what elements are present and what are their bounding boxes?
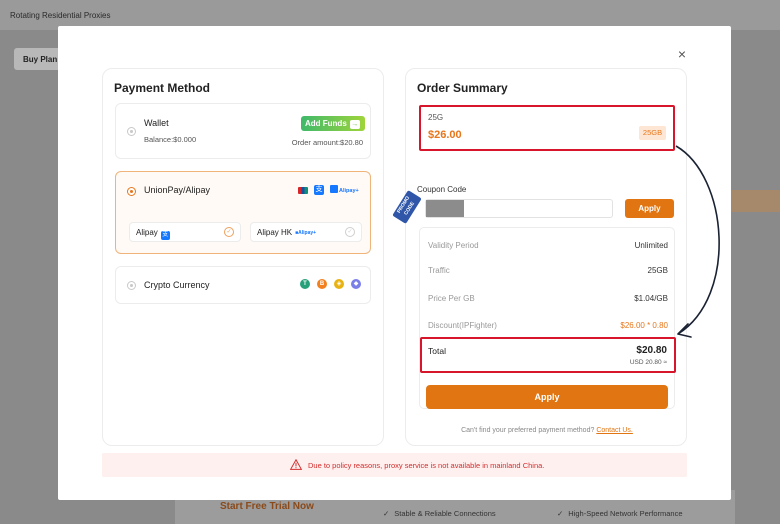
alipay-app-icon: 支: [314, 185, 324, 195]
payment-logos: 支 Alipay+: [298, 185, 368, 197]
alipay-hk-label: Alipay HK: [257, 228, 293, 237]
crypto-currency-option[interactable]: Crypto Currency T B ◈ ◆: [115, 266, 371, 304]
alipay-plus-icon: ■Alipay+: [295, 230, 317, 236]
payment-help-line: Can't find your preferred payment method…: [406, 427, 688, 434]
background-trial-button: Start Free Trial Now: [220, 501, 314, 512]
promo-code-tag-icon: PROMO CODE: [392, 190, 422, 224]
order-summary-panel: Order Summary 25G $26.00 25GB Coupon Cod…: [392, 68, 688, 446]
wallet-radio[interactable]: [127, 127, 136, 136]
wallet-option[interactable]: Wallet Balance:$0.000 Add Funds → Order a…: [115, 103, 371, 159]
plan-box: 25G $26.00 25GB: [419, 105, 675, 151]
alipay-label: Alipay: [136, 228, 158, 237]
unionpay-logo-icon: [298, 187, 308, 194]
unionpay-alipay-radio[interactable]: [127, 187, 136, 196]
check-circle-icon: ✓: [345, 227, 355, 237]
background-feature-2: ✓ High-Speed Network Performance: [557, 509, 683, 518]
payment-help-text: Can't find your preferred payment method…: [461, 427, 595, 434]
payment-method-heading: Payment Method: [114, 81, 211, 95]
binance-icon: ◈: [334, 279, 344, 289]
apply-button[interactable]: Apply: [426, 385, 668, 409]
plan-price: $26.00: [428, 129, 462, 141]
unionpay-alipay-label: UnionPay/Alipay: [144, 185, 211, 195]
crypto-radio[interactable]: [127, 281, 136, 290]
order-summary-heading: Order Summary: [417, 81, 508, 95]
check-icon: ✓: [383, 509, 390, 518]
alipay-sub-option[interactable]: Alipay 支 ✓: [129, 222, 241, 242]
policy-notice: Due to policy reasons, proxy service is …: [102, 453, 687, 477]
wallet-label: Wallet: [144, 118, 169, 128]
alipay-icon: 支: [160, 231, 170, 240]
annotation-arrow: [675, 145, 720, 338]
total-label: Total: [428, 346, 446, 356]
coupon-redacted-value: [426, 200, 464, 217]
alipay-plus-logo-icon: Alipay+: [330, 185, 359, 195]
unionpay-alipay-option[interactable]: UnionPay/Alipay 支 Alipay+ Alipay 支 ✓ Alip…: [115, 171, 371, 254]
close-button[interactable]: ×: [674, 46, 690, 62]
order-details: Validity Period Unlimited Traffic 25GB P…: [419, 227, 675, 409]
wallet-balance: Balance:$0.000: [144, 135, 197, 144]
plan-name: 25G: [428, 113, 444, 122]
payment-modal: × Payment Method Wallet Balance:$0.000 A…: [58, 26, 731, 500]
plan-badge: 25GB: [639, 126, 666, 140]
arrow-right-icon: →: [349, 120, 360, 129]
policy-notice-text: Due to policy reasons, proxy service is …: [308, 461, 545, 470]
check-circle-icon: ✓: [224, 227, 234, 237]
order-amount: Order amount:$20.80: [291, 138, 363, 147]
coupon-code-label: Coupon Code: [417, 185, 467, 194]
background-feature-1: ✓ Stable & Reliable Connections: [383, 509, 496, 518]
bitcoin-icon: B: [317, 279, 327, 289]
payment-method-panel: Payment Method Wallet Balance:$0.000 Add…: [102, 68, 384, 446]
contact-us-link[interactable]: Contact Us.: [596, 427, 633, 434]
tether-icon: T: [300, 279, 310, 289]
background-page-title: Rotating Residential Proxies: [10, 11, 111, 20]
ethereum-icon: ◆: [351, 279, 361, 289]
check-icon: ✓: [557, 509, 564, 518]
crypto-label: Crypto Currency: [144, 280, 210, 290]
alipay-hk-sub-option[interactable]: Alipay HK ■Alipay+ ✓: [250, 222, 362, 242]
total-box: Total $20.80 USD 20.80 ≈: [420, 337, 676, 373]
warning-icon: [290, 459, 302, 470]
add-funds-button[interactable]: Add Funds →: [301, 116, 365, 131]
